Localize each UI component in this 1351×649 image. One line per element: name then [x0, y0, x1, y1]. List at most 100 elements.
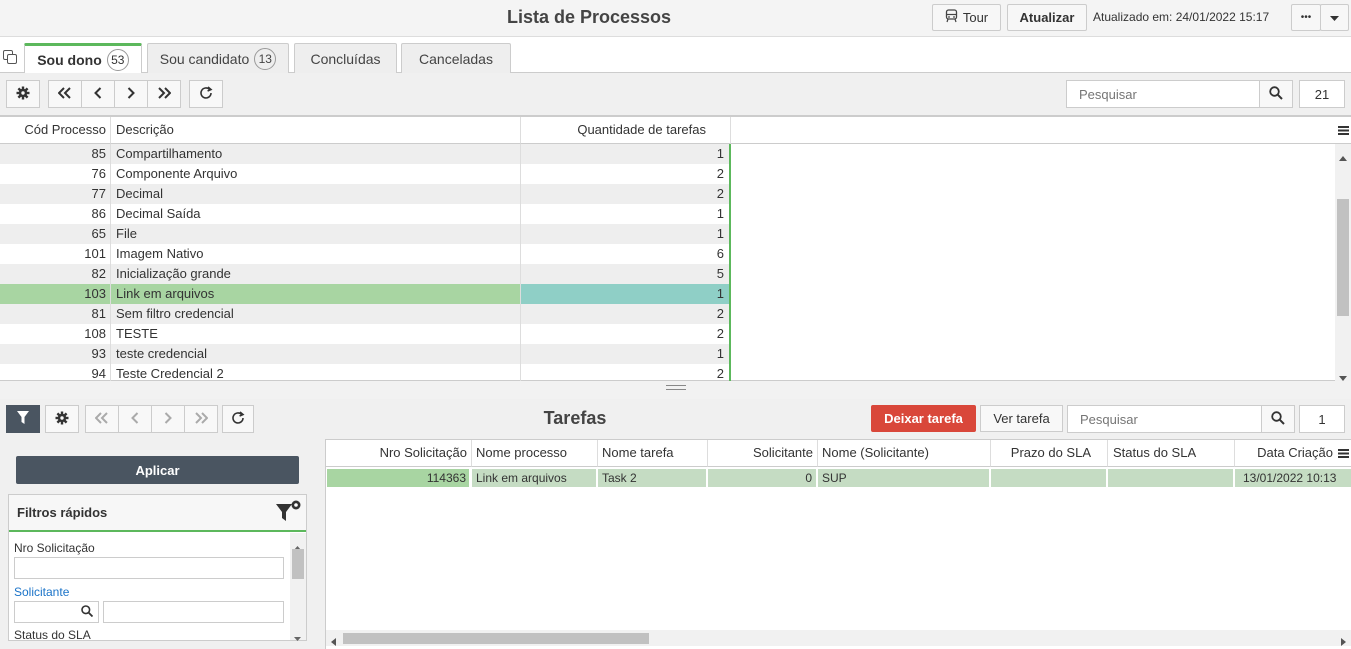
- next-page-button[interactable]: [114, 80, 148, 108]
- table-row[interactable]: 77 Decimal 2: [0, 184, 1335, 204]
- column-header-status-sla[interactable]: Status do SLA: [1108, 440, 1235, 467]
- tab-concluidas[interactable]: Concluídas: [294, 43, 397, 73]
- tab-sou-candidato[interactable]: Sou candidato 13: [147, 43, 289, 73]
- leave-task-button[interactable]: Deixar tarefa: [871, 405, 976, 432]
- tab-label: Concluídas: [310, 50, 381, 67]
- table-row[interactable]: 82 Inicialização grande 5: [0, 264, 1335, 284]
- apply-filters-button[interactable]: Aplicar: [16, 456, 299, 484]
- scrollbar-thumb[interactable]: [1337, 199, 1349, 316]
- table-row[interactable]: 76 Componente Arquivo 2: [0, 164, 1335, 184]
- column-menu-icon[interactable]: [1335, 440, 1351, 467]
- page-size-field[interactable]: 21: [1299, 80, 1345, 108]
- scroll-right-arrow-icon[interactable]: [1341, 634, 1346, 649]
- view-task-button[interactable]: Ver tarefa: [980, 405, 1063, 432]
- table-row[interactable]: 85 Compartilhamento 1: [0, 144, 1335, 164]
- search-icon: [1271, 410, 1285, 428]
- refresh-button[interactable]: Atualizar: [1007, 4, 1087, 31]
- dropdown-button[interactable]: [1320, 4, 1349, 31]
- table-row[interactable]: 65 File 1: [0, 224, 1335, 244]
- column-header-nro-solicitacao[interactable]: Nro Solicitação: [326, 440, 472, 467]
- chevron-right-icon: [164, 411, 172, 427]
- scroll-up-arrow-icon[interactable]: [1339, 149, 1347, 164]
- search-icon[interactable]: [81, 605, 94, 620]
- tab-canceladas[interactable]: Canceladas: [401, 43, 511, 73]
- filter-toggle-button[interactable]: [6, 405, 40, 433]
- updated-timestamp: Atualizado em: 24/01/2022 15:17: [1093, 10, 1270, 24]
- filter-panel: Aplicar Filtros rápidos Nro Solicitação …: [0, 439, 325, 649]
- filter-settings-icon[interactable]: [276, 500, 302, 527]
- first-page-button[interactable]: [48, 80, 82, 108]
- settings-button[interactable]: [6, 80, 40, 108]
- process-search-input[interactable]: [1066, 80, 1260, 108]
- column-header-prazo-sla[interactable]: Prazo do SLA: [991, 440, 1108, 467]
- tour-button[interactable]: Tour: [932, 4, 1001, 31]
- column-header-nome-processo[interactable]: Nome processo: [472, 440, 598, 467]
- more-options-button[interactable]: •••: [1291, 4, 1321, 31]
- filters-scrollbar[interactable]: [290, 533, 306, 641]
- tab-sou-dono[interactable]: Sou dono 53: [24, 43, 142, 74]
- cell-cod-processo: 65: [0, 224, 111, 244]
- scroll-down-arrow-icon[interactable]: [294, 629, 301, 644]
- reload-button[interactable]: [189, 80, 223, 108]
- cell-descricao: Decimal: [111, 184, 521, 204]
- cell-descricao: Componente Arquivo: [111, 164, 521, 184]
- column-header-data-criacao[interactable]: Data Criação: [1235, 440, 1335, 467]
- tasks-horizontal-scrollbar[interactable]: [326, 630, 1351, 646]
- tasks-search-button[interactable]: [1261, 405, 1295, 433]
- cell-descricao: Link em arquivos: [111, 284, 521, 304]
- tab-label: Sou candidato: [159, 50, 250, 67]
- copy-icon[interactable]: [3, 50, 18, 68]
- table-row[interactable]: 86 Decimal Saída 1: [0, 204, 1335, 224]
- column-header-nome-tarefa[interactable]: Nome tarefa: [598, 440, 708, 467]
- column-header-quantidade[interactable]: Quantidade de tarefas: [521, 117, 731, 144]
- solicitante-label[interactable]: Solicitante: [14, 585, 69, 599]
- nro-solicitacao-input[interactable]: [14, 557, 284, 579]
- column-header-solicitante[interactable]: Solicitante: [708, 440, 818, 467]
- last-page-button[interactable]: [147, 80, 181, 108]
- tasks-search-input[interactable]: [1067, 405, 1262, 433]
- cell-quantidade: 1: [521, 344, 731, 364]
- process-search-button[interactable]: [1259, 80, 1293, 108]
- column-header-descricao[interactable]: Descrição: [111, 117, 521, 144]
- table-row[interactable]: 81 Sem filtro credencial 2: [0, 304, 1335, 324]
- double-chevron-right-icon: [194, 411, 209, 427]
- column-header-nome-solicitante[interactable]: Nome (Solicitante): [818, 440, 991, 467]
- cell-cod-processo: 86: [0, 204, 111, 224]
- gear-icon: [16, 86, 30, 103]
- cell-cod-processo: 77: [0, 184, 111, 204]
- refresh-icon: [199, 85, 213, 103]
- tasks-page-size-field[interactable]: 1: [1299, 405, 1345, 433]
- tasks-reload-button[interactable]: [222, 405, 254, 433]
- column-menu-icon[interactable]: [1335, 117, 1351, 144]
- cell-cod-processo: 93: [0, 344, 111, 364]
- tasks-next-page-button[interactable]: [151, 405, 185, 433]
- solicitante-code-input[interactable]: [14, 601, 99, 623]
- table-row[interactable]: 101 Imagem Nativo 6: [0, 244, 1335, 264]
- table-row[interactable]: 93 teste credencial 1: [0, 344, 1335, 364]
- tasks-previous-page-button[interactable]: [118, 405, 152, 433]
- scrollbar-thumb[interactable]: [343, 633, 649, 644]
- table-row[interactable]: 103 Link em arquivos 1: [0, 284, 1335, 304]
- panel-splitter[interactable]: [0, 381, 1351, 399]
- chevron-right-icon: [127, 86, 135, 102]
- process-table-scrollbar[interactable]: [1335, 144, 1351, 381]
- column-header-empty: [731, 117, 1335, 144]
- bus-icon: [945, 9, 958, 26]
- tasks-toolbar: Tarefas Deixar tarefa Ver tarefa 1: [0, 399, 1351, 439]
- solicitante-name-input[interactable]: [103, 601, 284, 623]
- process-toolbar: 21: [0, 73, 1351, 115]
- cell-descricao: Imagem Nativo: [111, 244, 521, 264]
- cell-cod-processo: 82: [0, 264, 111, 284]
- tasks-first-page-button[interactable]: [85, 405, 119, 433]
- column-header-cod-processo[interactable]: Cód Processo: [0, 117, 111, 144]
- table-row[interactable]: 108 TESTE 2: [0, 324, 1335, 344]
- tasks-last-page-button[interactable]: [184, 405, 218, 433]
- previous-page-button[interactable]: [81, 80, 115, 108]
- tasks-settings-button[interactable]: [45, 405, 79, 433]
- filter-icon: [17, 411, 29, 427]
- cell-quantidade: 5: [521, 264, 731, 284]
- tasks-title: Tarefas: [543, 408, 607, 428]
- scrollbar-thumb[interactable]: [292, 549, 304, 579]
- scroll-left-arrow-icon[interactable]: [331, 634, 336, 649]
- refresh-icon: [231, 410, 245, 428]
